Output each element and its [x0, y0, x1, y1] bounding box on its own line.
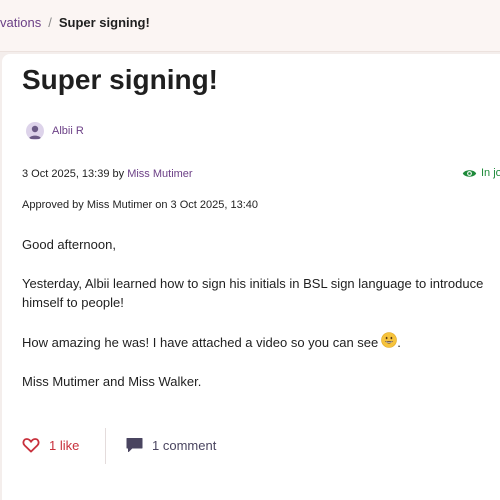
post-date: 3 Oct 2025, 13:39: [22, 168, 110, 180]
comment-button[interactable]: 1 comment: [126, 437, 216, 453]
eye-icon: [462, 169, 477, 177]
post-paragraph: Miss Mutimer and Miss Walker.: [22, 374, 202, 389]
post-paragraph: Yesterday, Albii learned how to sign his…: [22, 276, 484, 310]
action-divider: [105, 428, 106, 464]
heart-icon: [22, 438, 40, 453]
post-paragraph: Good afternoon,: [22, 237, 116, 252]
page-title: Super signing!: [22, 64, 218, 95]
breadcrumb-separator: /: [48, 15, 52, 30]
post-paragraph-text: How amazing he was! I have attached a vi…: [22, 335, 379, 350]
child-tag[interactable]: Albii R: [26, 122, 84, 140]
approval-info: Approved by Miss Mutimer on 3 Oct 2025, …: [22, 199, 259, 211]
post-paragraph: How amazing he was! I have attached a vi…: [22, 332, 401, 353]
post-by: by: [109, 168, 128, 180]
breadcrumb: vations / Super signing!: [0, 15, 150, 30]
post-actions: 1 like 1 comment: [22, 428, 500, 464]
grinning-face-icon: [381, 332, 398, 353]
person-icon: [29, 125, 41, 139]
visibility-status: In jo: [462, 167, 500, 179]
child-name[interactable]: Albii R: [52, 125, 84, 137]
visibility-label: In jo: [481, 167, 500, 179]
post-paragraph-end: .: [397, 335, 401, 350]
breadcrumb-parent-link[interactable]: vations: [0, 15, 41, 30]
comment-icon: [126, 438, 143, 452]
top-bar: vations / Super signing!: [0, 0, 500, 52]
avatar: [26, 122, 44, 140]
post-meta: 3 Oct 2025, 13:39 by Miss Mutimer: [22, 168, 193, 180]
like-button[interactable]: 1 like: [22, 437, 79, 453]
comment-count-label: 1 comment: [152, 437, 217, 453]
like-count-label: 1 like: [49, 437, 80, 453]
post-author-link[interactable]: Miss Mutimer: [127, 168, 192, 180]
breadcrumb-current: Super signing!: [58, 15, 150, 30]
